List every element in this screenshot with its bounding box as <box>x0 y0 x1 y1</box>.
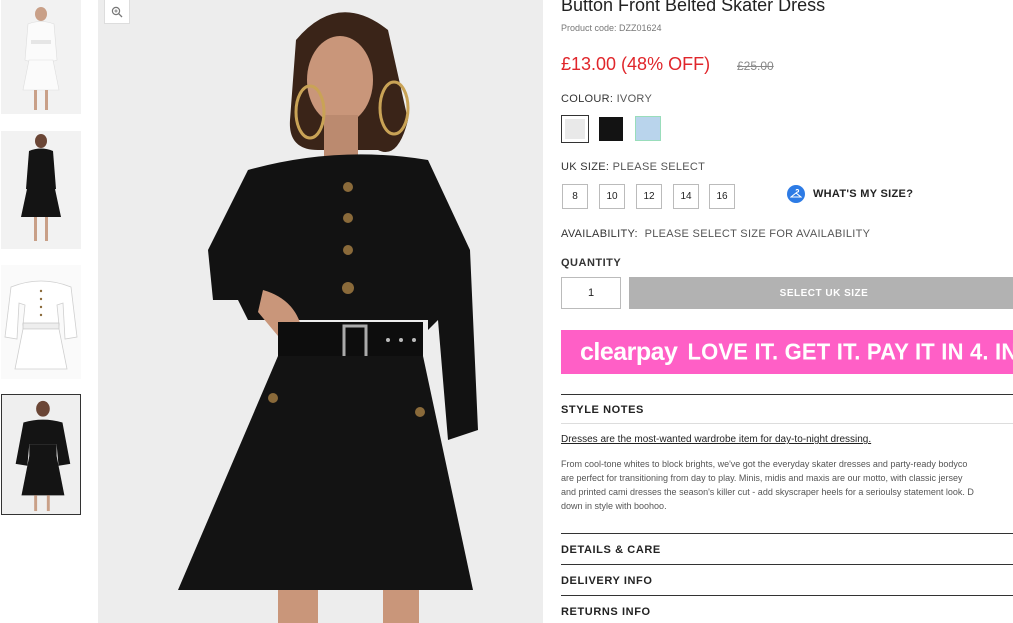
divider <box>561 423 1013 424</box>
size-value: PLEASE SELECT <box>612 161 706 173</box>
colour-label: COLOUR: <box>561 93 614 105</box>
size-option-10[interactable]: 10 <box>599 184 625 209</box>
delivery-info-heading[interactable]: DELIVERY INFO <box>561 575 653 587</box>
availability-value: PLEASE SELECT SIZE FOR AVAILABILITY <box>644 228 871 240</box>
divider <box>561 564 1013 565</box>
thumbnail-black-back[interactable] <box>1 131 81 249</box>
clearpay-tagline: LOVE IT. GET IT. PAY IT IN 4. INTEREST <box>687 338 1013 365</box>
divider <box>561 394 1013 395</box>
main-product-image[interactable] <box>98 0 543 623</box>
zoom-icon <box>111 6 123 17</box>
details-care-heading[interactable]: DETAILS & CARE <box>561 544 661 556</box>
divider <box>561 595 1013 596</box>
availability-label: AVAILABILITY: <box>561 228 638 240</box>
size-option-16[interactable]: 16 <box>709 184 735 209</box>
clearpay-banner[interactable]: clearpay LOVE IT. GET IT. PAY IT IN 4. I… <box>561 330 1013 374</box>
thumbnail-ivory-front[interactable] <box>1 0 81 114</box>
size-option-14[interactable]: 14 <box>673 184 699 209</box>
select-size-button[interactable]: SELECT UK SIZE <box>629 277 1013 309</box>
zoom-button[interactable] <box>104 0 130 24</box>
quantity-input[interactable]: 1 <box>561 277 621 309</box>
style-notes-line: and printed cami dresses the season's ki… <box>561 487 974 497</box>
sale-price: £13.00 (48% OFF) <box>561 54 711 74</box>
style-notes-heading[interactable]: STYLE NOTES <box>561 404 644 416</box>
whats-my-size-label: WHAT'S MY SIZE? <box>813 188 914 200</box>
swatch-ivory[interactable] <box>561 115 589 143</box>
availability-row: AVAILABILITY: PLEASE SELECT SIZE FOR AVA… <box>561 228 870 240</box>
size-label-row: UK SIZE: PLEASE SELECT <box>561 161 705 173</box>
colour-label-row: COLOUR: IVORY <box>561 93 652 105</box>
product-code: Product code: DZZ01624 <box>561 23 662 33</box>
style-notes-lead: Dresses are the most-wanted wardrobe ite… <box>561 434 872 445</box>
size-label: UK SIZE: <box>561 161 610 173</box>
thumbnail-white-flat[interactable] <box>1 265 81 379</box>
swatch-blue[interactable] <box>635 116 661 141</box>
returns-info-heading[interactable]: RETURNS INFO <box>561 606 651 618</box>
product-title: Button Front Belted Skater Dress <box>561 0 826 15</box>
quantity-label: QUANTITY <box>561 257 622 269</box>
original-price: £25.00 <box>737 59 774 73</box>
divider <box>561 533 1013 534</box>
style-notes-line: are perfect for transitioning from day t… <box>561 473 963 483</box>
colour-value: IVORY <box>616 93 653 105</box>
swatch-black[interactable] <box>599 117 623 141</box>
hanger-icon <box>787 185 805 203</box>
whats-my-size-link[interactable]: WHAT'S MY SIZE? <box>787 185 913 203</box>
size-option-8[interactable]: 8 <box>562 184 588 209</box>
clearpay-logo: clearpay <box>580 337 678 366</box>
thumbnail-black-front[interactable] <box>1 394 81 515</box>
style-notes-body: From cool-tone whites to block brights, … <box>561 457 1013 513</box>
style-notes-line: From cool-tone whites to block brights, … <box>561 459 968 469</box>
style-notes-line: down in style with boohoo. <box>561 501 667 511</box>
size-option-12[interactable]: 12 <box>636 184 662 209</box>
